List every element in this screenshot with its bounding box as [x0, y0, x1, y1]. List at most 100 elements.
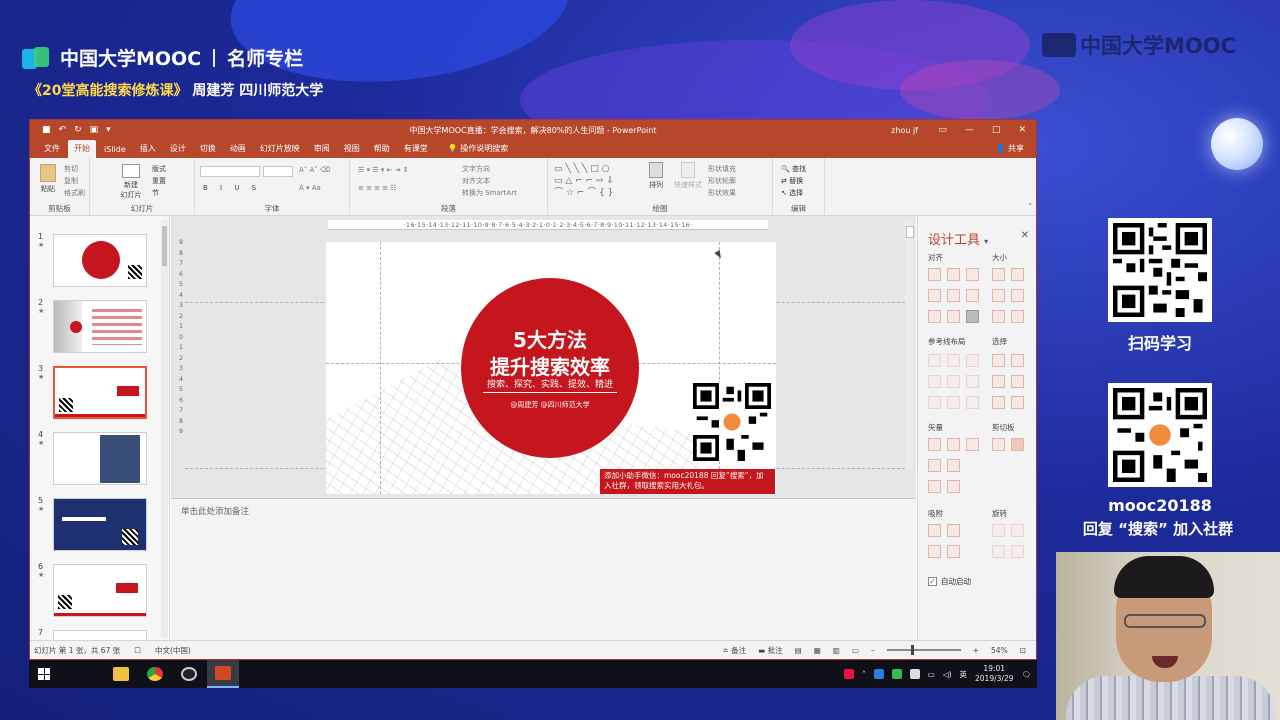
snap-icon[interactable]	[947, 524, 960, 537]
tab-islide[interactable]: iSlide	[98, 145, 132, 158]
minimize-icon[interactable]: —	[965, 125, 974, 135]
close-icon[interactable]: ✕	[1021, 230, 1029, 241]
rotate-icon[interactable]	[992, 545, 1005, 558]
vector-icon[interactable]	[947, 438, 960, 451]
guide-layout-icon[interactable]	[947, 354, 960, 367]
select-similar-icon[interactable]	[992, 396, 1005, 409]
cut-button[interactable]: 剪切	[64, 164, 78, 174]
notification-icon[interactable]: 🗨	[1021, 670, 1031, 679]
ime-indicator[interactable]: 英	[960, 669, 968, 680]
normal-view-icon[interactable]: ▤	[795, 646, 802, 655]
recorder-app[interactable]	[173, 660, 205, 688]
select-button[interactable]: ↖ 选择	[781, 188, 803, 198]
section-button[interactable]: 节	[152, 188, 159, 198]
clock[interactable]: 19:01 2019/3/29	[975, 664, 1013, 684]
swap-size-icon[interactable]	[1011, 289, 1024, 302]
align-top-icon[interactable]	[928, 289, 941, 302]
select-similar-icon[interactable]	[992, 375, 1005, 388]
vector-icon[interactable]	[947, 480, 960, 493]
close-icon[interactable]: ✕	[1018, 125, 1026, 135]
notes-toggle[interactable]: ≐ 备注	[722, 645, 746, 656]
zoom-slider[interactable]	[886, 645, 961, 655]
fit-height-icon[interactable]	[1011, 310, 1024, 323]
distribute-h-icon[interactable]	[928, 310, 941, 323]
grow-font-icon[interactable]: A˄ A˅ ⌫	[299, 166, 330, 174]
reset-button[interactable]: 重置	[152, 176, 166, 186]
guide-layout-icon[interactable]	[928, 396, 941, 409]
layout-button[interactable]: 版式	[152, 164, 166, 174]
shape-effect-button[interactable]: 形状效果	[708, 188, 736, 198]
ribbon-display-icon[interactable]: ▭	[938, 125, 947, 135]
paste-button[interactable]: 粘贴	[38, 164, 58, 194]
align-center-icon[interactable]	[947, 268, 960, 281]
guide-layout-icon[interactable]	[966, 354, 979, 367]
snap-icon[interactable]	[928, 524, 941, 537]
slideshow-view-icon[interactable]: ▭	[852, 646, 859, 655]
guide-layout-icon[interactable]	[966, 396, 979, 409]
guide-layout-icon[interactable]	[947, 396, 960, 409]
volume-icon[interactable]: ◁)	[943, 670, 952, 679]
app-tray-icon[interactable]	[843, 669, 854, 679]
network-icon[interactable]: ▭	[928, 670, 935, 679]
title-circle[interactable]: 5大方法 提升搜索效率 搜索、探究、实践、提效、精进 @周建芳 @四川师范大学	[461, 278, 639, 458]
tab-view[interactable]: 视图	[338, 143, 366, 158]
tab-youketang[interactable]: 有课堂	[398, 143, 434, 158]
align-text-button[interactable]: 对齐文本	[462, 176, 490, 186]
file-explorer-app[interactable]	[105, 660, 137, 688]
auto-start-checkbox[interactable]: ✓ 自动启动	[928, 576, 971, 587]
select-similar-icon[interactable]	[992, 354, 1005, 367]
format-painter-button[interactable]: 格式刷	[64, 188, 85, 198]
current-slide[interactable]: 5大方法 提升搜索效率 搜索、探究、实践、提效、精进 @周建芳 @四川师范大学	[326, 242, 776, 494]
slide-thumbnail-1[interactable]	[53, 234, 147, 287]
zoom-in-icon[interactable]: +	[973, 646, 979, 655]
notes-pane[interactable]: 单击此处添加备注	[171, 499, 916, 642]
same-width-icon[interactable]	[992, 268, 1005, 281]
tab-file[interactable]: 文件	[38, 143, 66, 158]
font-style-icons[interactable]: B I U S	[203, 184, 261, 192]
guide-layout-icon[interactable]	[928, 375, 941, 388]
collapse-ribbon-icon[interactable]: ˄	[1029, 203, 1033, 211]
zoom-level[interactable]: 54%	[991, 646, 1008, 655]
snap-icon[interactable]	[928, 545, 941, 558]
start-button[interactable]	[29, 660, 59, 688]
font-size-box[interactable]	[263, 166, 293, 177]
maximize-icon[interactable]: □	[992, 125, 1001, 135]
sorter-view-icon[interactable]: ▦	[814, 646, 821, 655]
distribute-v-icon[interactable]	[947, 310, 960, 323]
align-bottom-icon[interactable]	[966, 289, 979, 302]
shapes-gallery[interactable]: ▭ ╲ ╲ ╲ □ ○ ▭ △ ⌐ ⌐ ⇨ ⇩ ⌒ ☆ ⌐ ⌒ { }	[554, 163, 636, 199]
slide-banner[interactable]: 添加小助手微信：mooc20188 回复“搜索”，加入社群，领取搜索实用大礼包。	[600, 469, 775, 494]
align-middle-icon[interactable]	[947, 289, 960, 302]
slide-thumbnail-4[interactable]	[53, 432, 147, 485]
design-pane-title[interactable]: 设计工具 ▾	[928, 229, 988, 248]
tab-transitions[interactable]: 切换	[194, 143, 222, 158]
tab-help[interactable]: 帮助	[368, 143, 396, 158]
vector-icon[interactable]	[947, 459, 960, 472]
powerpoint-app[interactable]	[207, 660, 239, 688]
spellcheck-icon[interactable]: ☐	[134, 646, 141, 655]
select-similar-icon[interactable]	[1011, 354, 1024, 367]
rotate-icon[interactable]	[1011, 524, 1024, 537]
vector-icon[interactable]	[928, 480, 941, 493]
vector-icon[interactable]	[928, 438, 941, 451]
tab-review[interactable]: 审阅	[308, 143, 336, 158]
vector-icon[interactable]	[928, 459, 941, 472]
align-icons[interactable]: ≡ ≡ ≡ ≡ ☷	[358, 184, 397, 192]
guide-layout-icon[interactable]	[928, 354, 941, 367]
slide-qr-code[interactable]	[693, 383, 771, 461]
clipboard-icon[interactable]	[992, 438, 1005, 451]
tab-insert[interactable]: 插入	[134, 143, 162, 158]
fit-slide-icon[interactable]: ⊡	[1020, 646, 1026, 655]
font-name-box[interactable]	[200, 166, 260, 177]
smartart-button[interactable]: 转换为 SmartArt	[462, 188, 517, 198]
editor-scrollbar[interactable]	[905, 220, 914, 470]
copy-button[interactable]: 复制	[64, 176, 78, 186]
tab-animations[interactable]: 动画	[224, 143, 252, 158]
text-direction-button[interactable]: 文字方向	[462, 164, 490, 174]
guide-layout-icon[interactable]	[966, 375, 979, 388]
battery-icon[interactable]	[909, 669, 920, 679]
language-indicator[interactable]: 中文(中国)	[155, 645, 191, 656]
tab-design[interactable]: 设计	[164, 143, 192, 158]
slide-thumbnail-6[interactable]	[53, 564, 147, 617]
reading-view-icon[interactable]: ▥	[833, 646, 840, 655]
